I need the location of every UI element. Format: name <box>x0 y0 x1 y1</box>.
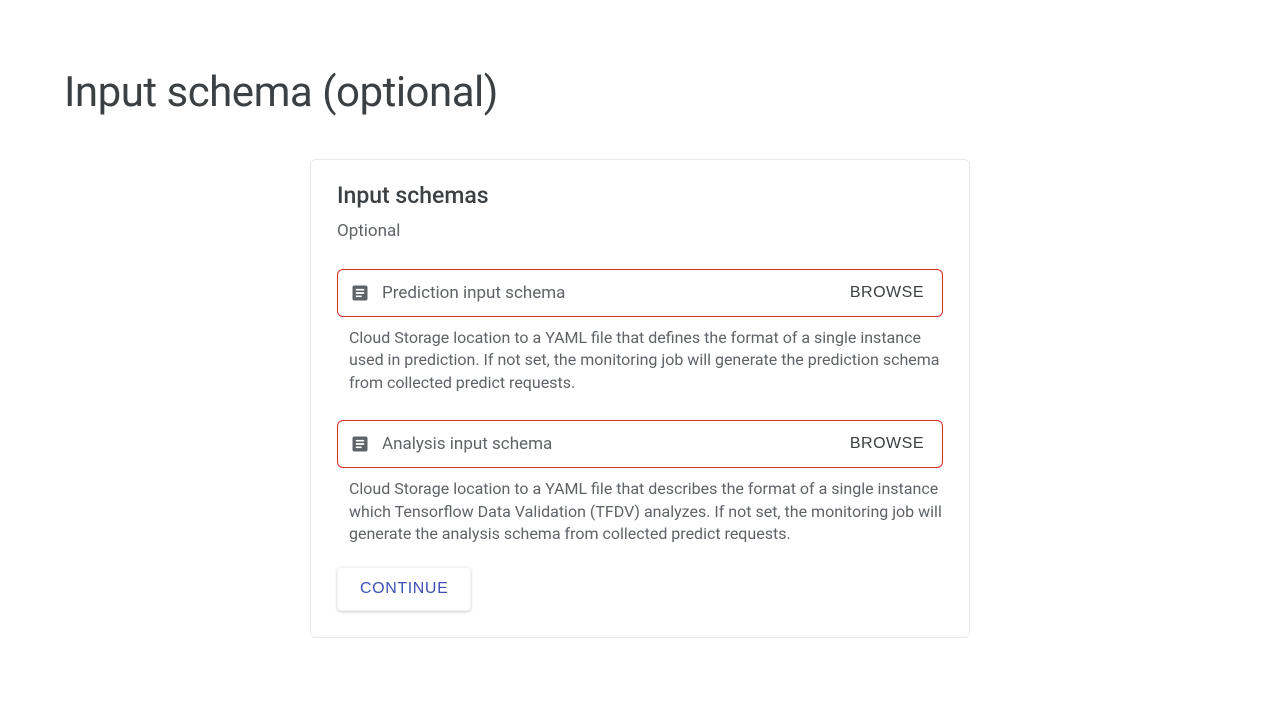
prediction-schema-field[interactable]: Prediction input schema BROWSE <box>337 269 943 317</box>
prediction-schema-helper: Cloud Storage location to a YAML file th… <box>349 327 943 394</box>
page-title: Input schema (optional) <box>0 0 1280 117</box>
card-heading: Input schemas <box>337 182 943 209</box>
document-icon <box>350 434 370 454</box>
browse-button-analysis[interactable]: BROWSE <box>848 431 926 457</box>
card-subtitle: Optional <box>337 221 943 241</box>
continue-button[interactable]: CONTINUE <box>337 567 471 611</box>
analysis-schema-helper: Cloud Storage location to a YAML file th… <box>349 478 943 545</box>
input-schemas-card: Input schemas Optional Prediction input … <box>310 159 970 638</box>
browse-button-prediction[interactable]: BROWSE <box>848 280 926 306</box>
document-icon <box>350 283 370 303</box>
prediction-schema-placeholder: Prediction input schema <box>382 283 848 303</box>
analysis-schema-placeholder: Analysis input schema <box>382 434 848 454</box>
analysis-schema-field[interactable]: Analysis input schema BROWSE <box>337 420 943 468</box>
